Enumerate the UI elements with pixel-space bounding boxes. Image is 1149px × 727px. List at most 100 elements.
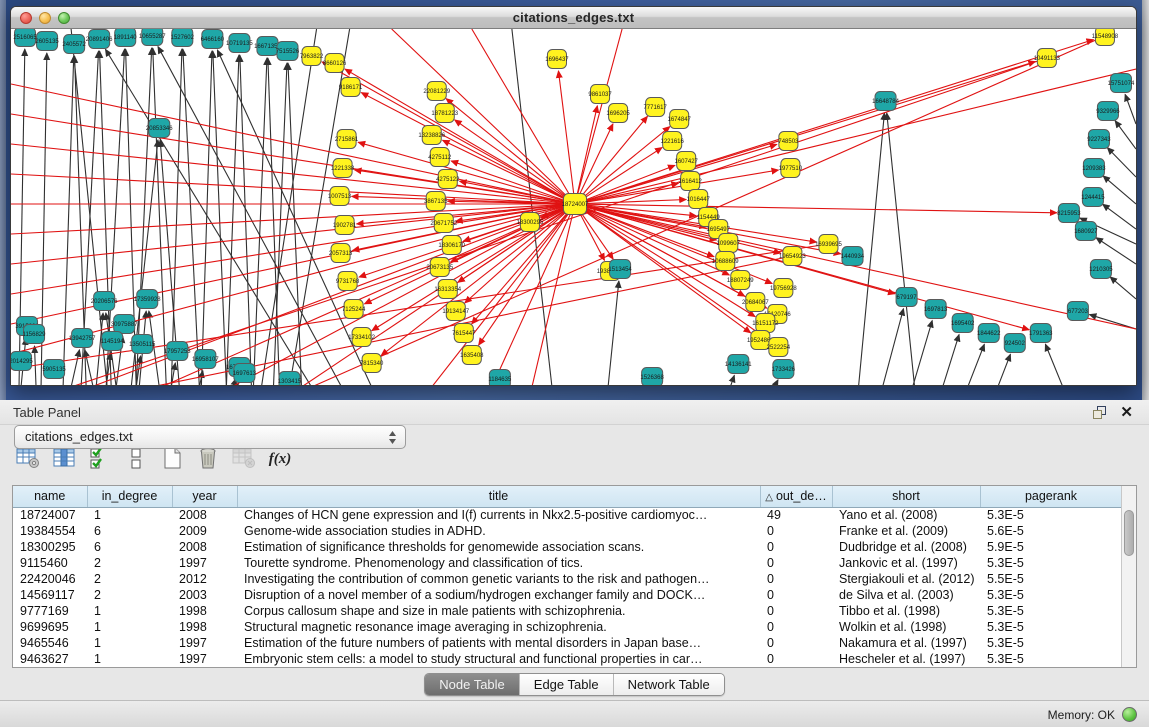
teal-node[interactable]: 1791363: [1029, 324, 1053, 343]
yellow-node[interactable]: 1016447: [687, 190, 711, 209]
teal-node[interactable]: 17359928: [134, 290, 161, 309]
teal-node[interactable]: 14136141: [725, 355, 752, 374]
yellow-node[interactable]: 748503: [778, 132, 799, 151]
yellow-node[interactable]: 19654923: [779, 247, 806, 266]
teal-node[interactable]: 677203: [1067, 302, 1088, 321]
teal-node[interactable]: 10719135: [226, 34, 253, 53]
close-icon[interactable]: ✕: [1120, 403, 1133, 421]
table-row[interactable]: 1938455462009Genome-wide association stu…: [13, 523, 1122, 539]
table-row[interactable]: 946554611997Estimation of the future num…: [13, 635, 1122, 651]
teal-node[interactable]: 2516065: [13, 29, 37, 47]
teal-node[interactable]: 1210305: [1089, 260, 1113, 279]
yellow-node[interactable]: 7771617: [643, 98, 667, 117]
teal-node[interactable]: 924502: [1004, 334, 1025, 353]
tab-node-table[interactable]: Node Table: [425, 674, 520, 695]
teal-node[interactable]: 1145194: [101, 332, 125, 351]
yellow-node[interactable]: 20684067: [742, 293, 769, 312]
yellow-node[interactable]: 9861037: [588, 85, 612, 104]
teal-node[interactable]: 1440934: [841, 247, 865, 266]
yellow-node[interactable]: 16939695: [815, 235, 842, 254]
yellow-node[interactable]: 4275112: [428, 148, 452, 167]
table-row[interactable]: 946362711997Embryonic stem cells: a mode…: [13, 651, 1122, 667]
yellow-node[interactable]: 8660126: [323, 54, 347, 73]
yellow-node[interactable]: 1696437: [545, 50, 569, 69]
teal-node[interactable]: 9329966: [1096, 102, 1120, 121]
teal-node[interactable]: 20891406: [86, 30, 113, 49]
yellow-node[interactable]: 1099607: [717, 234, 741, 253]
yellow-node[interactable]: 1007513: [328, 187, 352, 206]
yellow-node[interactable]: 2522254: [767, 338, 791, 357]
yellow-node[interactable]: 9731768: [336, 272, 360, 291]
column-header-year[interactable]: year: [172, 486, 237, 507]
yellow-node[interactable]: 1696205: [606, 104, 630, 123]
network-canvas[interactable]: 1872400779638228660126918617127158611221…: [11, 29, 1136, 385]
table-row[interactable]: 2242004622012Investigating the contribut…: [13, 571, 1122, 587]
teal-node[interactable]: 7515526: [276, 42, 300, 61]
teal-node[interactable]: 1844622: [977, 324, 1001, 343]
teal-node[interactable]: 1526368: [640, 368, 664, 386]
teal-node[interactable]: 17957253: [164, 342, 191, 361]
yellow-node[interactable]: 19134147: [442, 302, 469, 321]
teal-node[interactable]: 1695402: [951, 314, 975, 333]
teal-node[interactable]: 1156829: [23, 325, 47, 344]
teal-node[interactable]: 1733426: [772, 360, 796, 379]
scrollbar-thumb[interactable]: [1124, 510, 1134, 556]
yellow-node[interactable]: 7815340: [360, 354, 384, 373]
teal-node[interactable]: 20853346: [146, 119, 173, 138]
tab-network-table[interactable]: Network Table: [614, 674, 724, 695]
yellow-node[interactable]: 22081229: [423, 82, 450, 101]
teal-node[interactable]: 13942757: [69, 329, 96, 348]
teal-node[interactable]: 10655287: [139, 29, 166, 46]
table-row[interactable]: 969969511998Structural magnetic resonanc…: [13, 619, 1122, 635]
teal-node[interactable]: 2605135: [35, 32, 59, 51]
yellow-node[interactable]: 1607427: [675, 152, 699, 171]
yellow-node[interactable]: 2057313: [329, 244, 353, 263]
column-header-pagerank[interactable]: pagerank: [980, 486, 1122, 507]
teal-node[interactable]: 8215953: [1057, 204, 1081, 223]
yellow-node[interactable]: 7615447: [452, 324, 476, 343]
yellow-node[interactable]: 7963822: [300, 47, 324, 66]
teal-node[interactable]: 1513454: [608, 260, 632, 279]
column-header-out_de[interactable]: △out_de…: [760, 486, 832, 507]
teal-node[interactable]: 1244415: [1081, 188, 1105, 207]
teal-node[interactable]: 20206576: [91, 292, 118, 311]
yellow-node[interactable]: 1977510: [779, 159, 803, 178]
column-header-title[interactable]: title: [237, 486, 760, 507]
teal-node[interactable]: 9227343: [1087, 130, 1111, 149]
teal-node[interactable]: 1209383: [1082, 159, 1106, 178]
yellow-node[interactable]: 11548908: [1092, 29, 1119, 46]
yellow-node[interactable]: 9186171: [339, 78, 363, 97]
teal-node[interactable]: 16958107: [192, 350, 219, 369]
table-selector[interactable]: citations_edges.txt: [14, 425, 406, 449]
teal-node[interactable]: 2014295: [11, 352, 33, 371]
yellow-node[interactable]: 20673135: [426, 258, 453, 277]
yellow-node[interactable]: 1221616: [660, 132, 684, 151]
yellow-node[interactable]: 19756928: [770, 279, 797, 298]
teal-node[interactable]: 13505115: [129, 335, 156, 354]
teal-node[interactable]: 2405572: [62, 35, 86, 54]
yellow-node[interactable]: 4275122: [436, 170, 460, 189]
yellow-node[interactable]: 18306170: [438, 236, 465, 255]
teal-node[interactable]: 679197: [896, 288, 917, 307]
teal-node[interactable]: 1891140: [114, 29, 138, 47]
column-header-short[interactable]: short: [832, 486, 980, 507]
column-header-in_degree[interactable]: in_degree: [87, 486, 172, 507]
network-window-titlebar[interactable]: citations_edges.txt: [11, 7, 1136, 29]
tab-edge-table[interactable]: Edge Table: [520, 674, 614, 695]
yellow-node[interactable]: 18807249: [727, 271, 754, 290]
teal-node[interactable]: 15751074: [1108, 74, 1135, 93]
teal-node[interactable]: 1697813: [924, 300, 948, 319]
float-window-icon[interactable]: [1093, 406, 1107, 419]
table-row[interactable]: 977716911998Corpus callosum shape and si…: [13, 603, 1122, 619]
table-row[interactable]: 1830029562008Estimation of significance …: [13, 539, 1122, 555]
yellow-node[interactable]: 3867135: [424, 192, 448, 211]
table-row[interactable]: 1872400712008Changes of HCN gene express…: [13, 507, 1122, 523]
teal-node[interactable]: 5905135: [42, 360, 66, 379]
teal-node[interactable]: 1184635: [488, 370, 512, 386]
yellow-node[interactable]: 7125244: [342, 300, 366, 319]
hub-node[interactable]: 18724007: [562, 194, 589, 215]
teal-node[interactable]: 1303415: [278, 372, 302, 386]
table-vertical-scrollbar[interactable]: [1121, 486, 1136, 667]
teal-node[interactable]: 1680927: [1074, 222, 1098, 241]
teal-node[interactable]: 1527602: [171, 29, 195, 47]
